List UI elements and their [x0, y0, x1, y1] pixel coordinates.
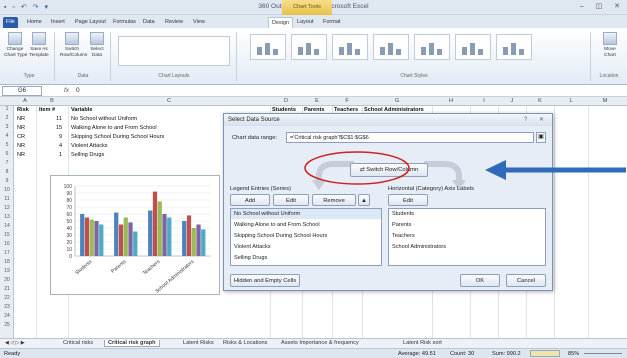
sheet-tab-active[interactable]: Critical risk graph: [104, 340, 160, 347]
status-ready: Ready: [4, 351, 21, 357]
status-average: Average: 49.51: [398, 351, 436, 357]
annotation-overlay: [304, 151, 626, 185]
sheet-tab[interactable]: Risks & Locations: [220, 340, 270, 346]
sheet-tab[interactable]: Latent Risk sort: [400, 340, 445, 346]
sheet-nav-arrows[interactable]: ◀ ◁ ▷ ▶: [2, 340, 28, 346]
status-sum: Sum: 990.2: [492, 351, 521, 357]
annotation-circle: [304, 151, 410, 185]
view-buttons[interactable]: [530, 350, 560, 357]
zoom-slider[interactable]: [584, 353, 622, 354]
status-count: Count: 30: [450, 351, 475, 357]
sheet-tab[interactable]: Latent Risks: [180, 340, 217, 346]
sheet-tab-bar: ◀ ◁ ▷ ▶ Critical risks Critical risk gra…: [0, 338, 627, 348]
sheet-tab[interactable]: Critical risks: [60, 340, 96, 346]
annotation-arrow-head: [485, 160, 506, 180]
zoom-level[interactable]: 85%: [568, 351, 579, 357]
sheet-tab[interactable]: Assets Importance & frequency: [278, 340, 362, 346]
status-bar: Ready Average: 49.51 Count: 30 Sum: 990.…: [0, 348, 627, 358]
